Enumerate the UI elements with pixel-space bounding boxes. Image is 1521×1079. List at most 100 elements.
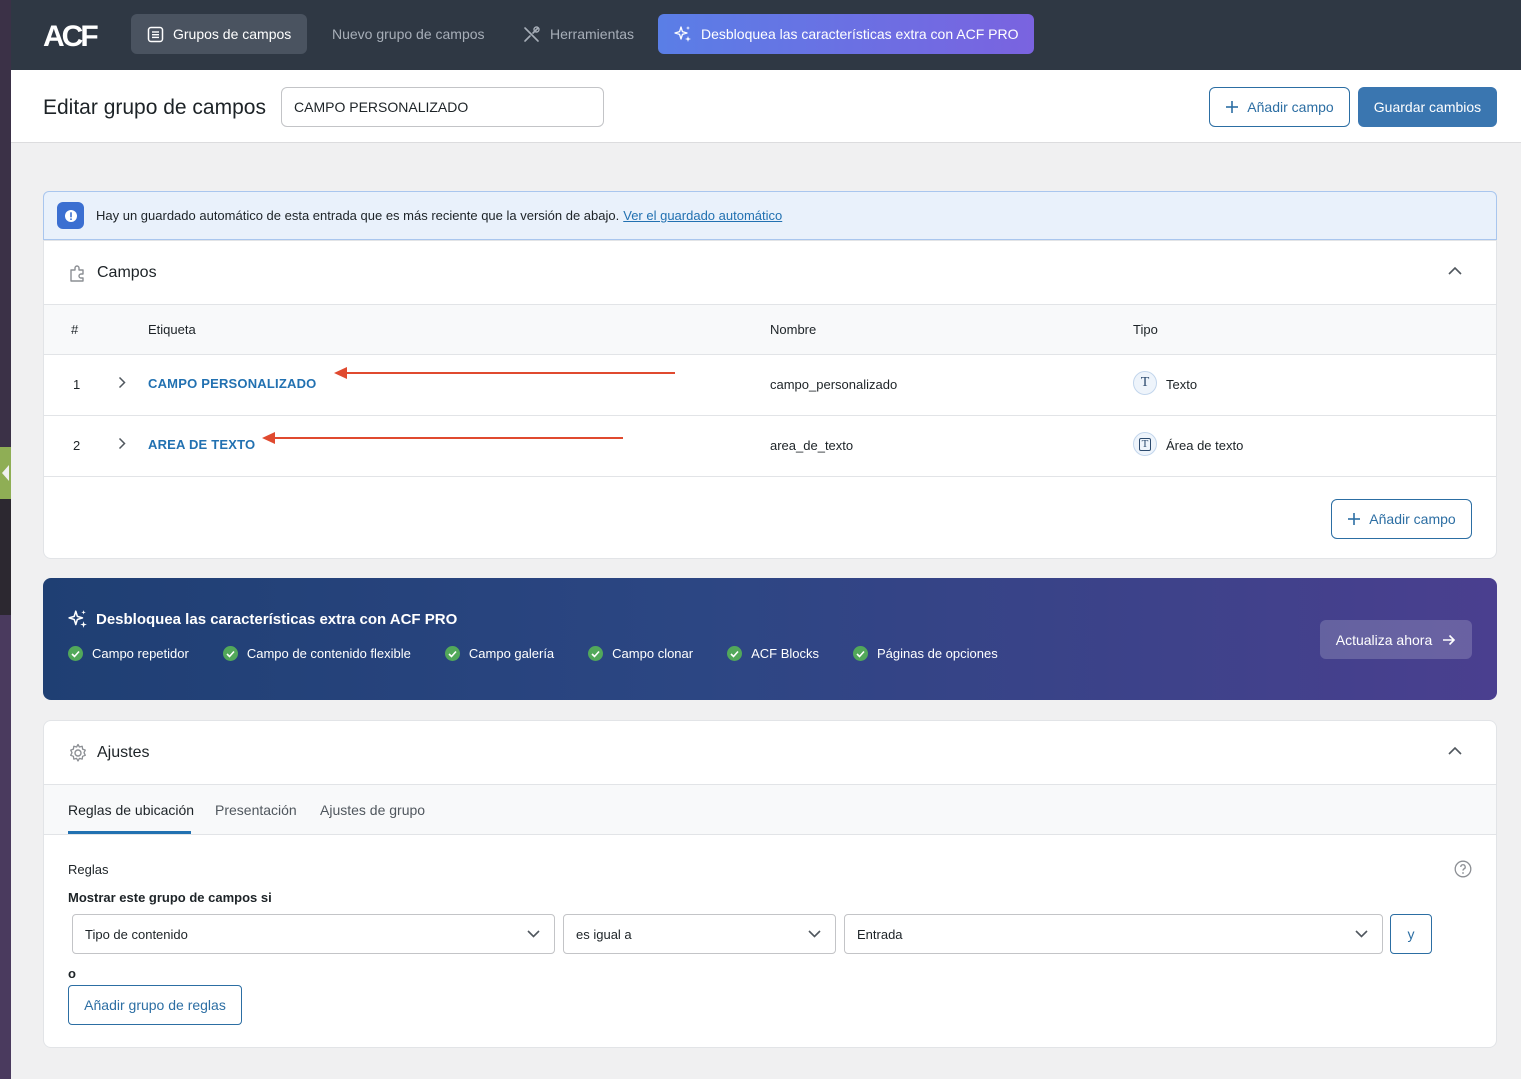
page-header: Editar grupo de campos Añadir campo Guar…	[11, 70, 1521, 143]
or-label: o	[68, 966, 76, 981]
field-number: 1	[73, 377, 81, 392]
pro-title-text: Desbloquea las características extra con…	[96, 610, 458, 628]
pro-feature: Campo de contenido flexible	[222, 646, 411, 661]
check-icon	[222, 646, 238, 661]
fields-panel-header[interactable]: Campos	[44, 241, 1496, 305]
active-tab-indicator	[68, 831, 191, 834]
settings-tabs: Reglas de ubicación Presentación Ajustes…	[44, 785, 1496, 835]
field-row[interactable]: 1 CAMPO PERSONALIZADO campo_personalizad…	[44, 355, 1496, 416]
tab-location-rules[interactable]: Reglas de ubicación	[68, 802, 194, 818]
field-name: campo_personalizado	[770, 377, 898, 392]
annotation-arrow	[334, 367, 675, 379]
field-number: 2	[73, 438, 81, 453]
upgrade-label: Actualiza ahora	[1335, 631, 1433, 648]
list-icon	[147, 26, 164, 42]
field-label-link[interactable]: CAMPO PERSONALIZADO	[148, 376, 316, 391]
pro-feature: Campo repetidor	[68, 646, 189, 661]
acf-pro-banner: Desbloquea las características extra con…	[43, 578, 1497, 700]
select-value: es igual a	[576, 926, 632, 942]
check-icon	[588, 646, 604, 661]
fields-table-header: # Etiqueta Nombre Tipo	[44, 305, 1496, 355]
field-group-title-input[interactable]	[281, 87, 604, 127]
sparkle-icon	[674, 26, 691, 42]
chevron-down-icon	[527, 930, 540, 938]
nav-label: Desbloquea las características extra con…	[701, 26, 1019, 42]
col-label: Etiqueta	[148, 322, 196, 337]
acf-top-nav: ACF Grupos de campos Nuevo grupo de camp…	[11, 0, 1521, 70]
textarea-type-icon: T	[1133, 432, 1157, 456]
field-name: area_de_texto	[770, 438, 854, 453]
info-icon	[57, 202, 84, 229]
nav-label: Grupos de campos	[173, 26, 292, 42]
chevron-right-icon[interactable]	[118, 376, 126, 389]
view-autosave-link[interactable]: Ver el guardado automático	[623, 208, 782, 223]
fields-panel-title: Campos	[97, 263, 157, 281]
select-value: Tipo de contenido	[85, 926, 188, 942]
nav-new-field-group[interactable]: Nuevo grupo de campos	[316, 14, 501, 54]
check-icon	[444, 646, 460, 661]
nav-tools[interactable]: Herramientas	[506, 14, 650, 54]
add-field-label: Añadir campo	[1369, 511, 1456, 527]
chevron-down-icon	[1355, 930, 1368, 938]
check-icon	[853, 646, 869, 661]
settings-panel: Ajustes Reglas de ubicación Presentación…	[43, 720, 1497, 1048]
pro-feature: ACF Blocks	[727, 646, 819, 661]
rules-heading: Reglas	[68, 862, 109, 877]
upgrade-now-button[interactable]: Actualiza ahora	[1320, 620, 1472, 659]
nav-field-groups[interactable]: Grupos de campos	[131, 14, 308, 54]
chevron-up-icon[interactable]	[1448, 266, 1462, 275]
pro-feature: Campo galería	[444, 646, 554, 661]
annotation-arrow	[262, 432, 623, 444]
rule-value-select[interactable]: Entrada	[844, 914, 1383, 954]
svg-text:ACF: ACF	[43, 20, 98, 50]
acf-logo[interactable]: ACF	[43, 20, 101, 50]
check-icon	[68, 646, 83, 661]
chevron-down-icon	[808, 930, 821, 938]
puzzle-icon	[70, 264, 84, 282]
nav-label: Nuevo grupo de campos	[332, 26, 485, 42]
add-field-label: Añadir campo	[1247, 99, 1334, 115]
pro-feature-list: Campo repetidor Campo de contenido flexi…	[68, 646, 1032, 661]
tab-group-settings[interactable]: Ajustes de grupo	[320, 802, 425, 818]
settings-panel-header[interactable]: Ajustes	[44, 721, 1496, 785]
add-rule-group-button[interactable]: Añadir grupo de reglas	[68, 985, 242, 1025]
notice-text: Hay un guardado automático de esta entra…	[96, 208, 620, 223]
select-value: Entrada	[857, 926, 903, 942]
page-title: Editar grupo de campos	[43, 96, 266, 119]
check-icon	[727, 646, 743, 661]
sparkle-icon	[68, 610, 87, 628]
gear-icon	[70, 743, 86, 762]
col-number: #	[71, 322, 79, 337]
nav-label: Herramientas	[550, 26, 635, 42]
chevron-up-icon[interactable]	[1448, 746, 1462, 755]
fields-panel: Campos # Etiqueta Nombre Tipo 1 CAMPO PE…	[43, 240, 1497, 559]
col-type: Tipo	[1133, 322, 1158, 337]
add-and-rule-button[interactable]: y	[1390, 914, 1432, 954]
help-icon[interactable]	[1454, 860, 1472, 878]
pro-banner-title: Desbloquea las características extra con…	[68, 609, 457, 629]
arrow-right-icon	[1443, 634, 1456, 645]
field-type: Área de texto	[1166, 438, 1244, 453]
field-type: Texto	[1166, 377, 1198, 392]
admin-sidebar-edge	[0, 0, 11, 1079]
field-label-link[interactable]: AREA DE TEXTO	[148, 437, 255, 452]
pro-feature: Páginas de opciones	[853, 646, 998, 661]
autosave-notice: Hay un guardado automático de esta entra…	[43, 191, 1497, 240]
sidebar-collapse-toggle[interactable]	[0, 447, 11, 499]
plus-icon	[1348, 513, 1361, 525]
add-field-footer-button[interactable]: Añadir campo	[1331, 499, 1472, 539]
show-if-label: Mostrar este grupo de campos si	[68, 890, 272, 905]
nav-unlock-pro[interactable]: Desbloquea las características extra con…	[658, 14, 1035, 54]
rule-operator-select[interactable]: es igual a	[563, 914, 836, 954]
save-changes-button[interactable]: Guardar cambios	[1358, 87, 1497, 127]
rule-param-select[interactable]: Tipo de contenido	[72, 914, 555, 954]
pro-feature: Campo clonar	[588, 646, 693, 661]
text-type-icon: T	[1133, 371, 1157, 395]
tab-presentation[interactable]: Presentación	[215, 802, 297, 818]
col-name: Nombre	[770, 322, 817, 337]
settings-panel-title: Ajustes	[97, 743, 150, 761]
add-field-button[interactable]: Añadir campo	[1209, 87, 1350, 127]
plus-icon	[1226, 101, 1239, 113]
tools-icon	[524, 25, 540, 42]
chevron-right-icon[interactable]	[118, 437, 126, 450]
